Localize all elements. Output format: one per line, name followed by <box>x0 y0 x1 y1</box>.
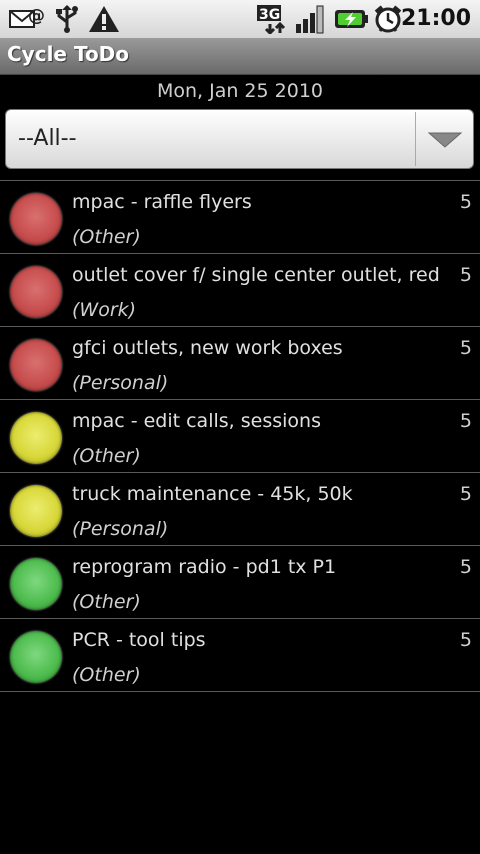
item-category: (Personal) <box>72 518 169 540</box>
app-title-bar: Cycle ToDo <box>0 38 480 75</box>
item-count: 5 <box>459 483 472 505</box>
svg-text:3G: 3G <box>259 7 280 23</box>
item-title: mpac - edit calls, sessions <box>72 410 321 432</box>
status-dot-icon <box>10 558 62 610</box>
list-item[interactable]: mpac - edit calls, sessions (Other) 5 <box>0 399 480 472</box>
item-category: (Personal) <box>72 372 169 394</box>
category-filter-value: --All-- <box>18 126 77 151</box>
status-dot-icon <box>10 266 62 318</box>
status-dot-icon <box>10 631 62 683</box>
email-icon: @ <box>9 6 45 28</box>
item-count: 5 <box>459 191 472 213</box>
item-count: 5 <box>459 556 472 578</box>
item-count: 5 <box>459 410 472 432</box>
status-time: 21:00 <box>400 6 471 31</box>
status-dot-icon <box>10 412 62 464</box>
svg-text:@: @ <box>28 6 45 26</box>
list-item[interactable]: outlet cover f/ single center outlet, re… <box>0 253 480 326</box>
item-title: gfci outlets, new work boxes <box>72 337 343 359</box>
current-date: Mon, Jan 25 2010 <box>156 80 324 102</box>
item-category: (Work) <box>72 299 137 321</box>
item-category: (Other) <box>72 445 141 467</box>
dropdown-arrow-icon <box>427 132 463 148</box>
item-count: 5 <box>459 264 472 286</box>
item-category: (Other) <box>72 226 141 248</box>
status-dot-icon <box>10 339 62 391</box>
item-title: PCR - tool tips <box>72 629 206 651</box>
warning-icon <box>89 6 119 32</box>
todo-list: mpac - raffle flyers (Other) 5 outlet co… <box>0 180 480 692</box>
item-title: outlet cover f/ single center outlet, re… <box>72 264 440 286</box>
status-bar: @ 3G 21:00 <box>0 0 480 39</box>
list-item[interactable]: PCR - tool tips (Other) 5 <box>0 618 480 692</box>
alarm-clock-icon <box>374 5 402 33</box>
list-item[interactable]: truck maintenance - 45k, 50k (Personal) … <box>0 472 480 545</box>
item-title: mpac - raffle flyers <box>72 191 252 213</box>
item-category: (Other) <box>72 664 141 686</box>
list-item[interactable]: gfci outlets, new work boxes (Personal) … <box>0 326 480 399</box>
list-item[interactable]: mpac - raffle flyers (Other) 5 <box>0 180 480 253</box>
item-count: 5 <box>459 629 472 651</box>
signal-icon <box>296 5 324 34</box>
item-title: truck maintenance - 45k, 50k <box>72 483 353 505</box>
battery-charging-icon <box>335 10 368 28</box>
item-count: 5 <box>459 337 472 359</box>
status-dot-icon <box>10 485 62 537</box>
item-category: (Other) <box>72 591 141 613</box>
spinner-divider <box>415 112 416 166</box>
item-title: reprogram radio - pd1 tx P1 <box>72 556 337 578</box>
status-dot-icon <box>10 193 62 245</box>
app-title: Cycle ToDo <box>7 42 130 66</box>
usb-icon <box>56 5 78 33</box>
3g-data-icon: 3G <box>257 5 286 34</box>
category-filter-spinner[interactable]: --All-- <box>5 109 474 169</box>
list-item[interactable]: reprogram radio - pd1 tx P1 (Other) 5 <box>0 545 480 618</box>
